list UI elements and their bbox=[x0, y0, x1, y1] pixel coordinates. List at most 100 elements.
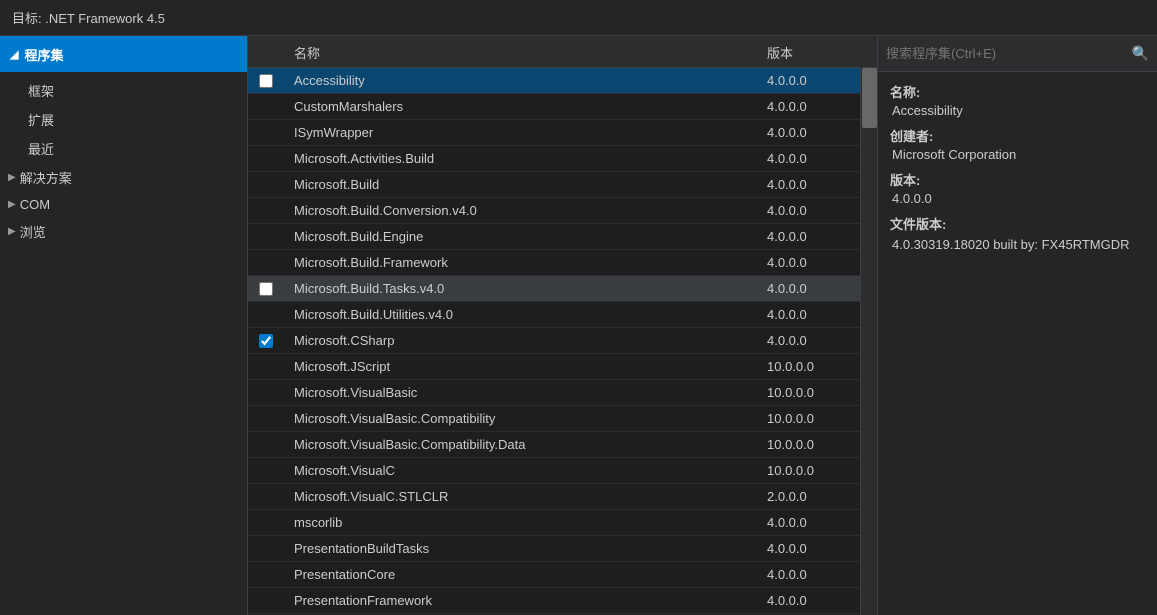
table-row[interactable]: Microsoft.VisualC.STLCLR2.0.0.0 bbox=[248, 484, 877, 510]
sidebar-item-label-最近: 最近 bbox=[28, 142, 54, 157]
detail-author-value: Microsoft Corporation bbox=[890, 147, 1145, 162]
checkbox-cell[interactable] bbox=[248, 74, 284, 88]
row-name: mscorlib bbox=[284, 511, 757, 534]
table-row[interactable]: Accessibility4.0.0.0 bbox=[248, 68, 877, 94]
table-row[interactable]: Microsoft.Build.Utilities.v4.04.0.0.0 bbox=[248, 302, 877, 328]
sidebar-items: 框架 扩展 最近 ▶ 解决方案 ▶ COM ▶ 浏览 bbox=[0, 72, 247, 615]
sidebar-header-label: 程序集 bbox=[24, 45, 63, 64]
table-row[interactable]: Microsoft.Activities.Build4.0.0.0 bbox=[248, 146, 877, 172]
table-row[interactable]: Microsoft.Build.Conversion.v4.04.0.0.0 bbox=[248, 198, 877, 224]
detail-file-version-label: 文件版本: bbox=[890, 214, 1145, 233]
scrollbar-thumb[interactable] bbox=[862, 68, 877, 128]
row-name: Microsoft.VisualBasic bbox=[284, 381, 757, 404]
search-icon[interactable]: 🔍 bbox=[1132, 45, 1149, 62]
row-name: PresentationCore bbox=[284, 563, 757, 586]
table-row[interactable]: Microsoft.VisualBasic.Compatibility10.0.… bbox=[248, 406, 877, 432]
right-panel-content: 名称: Accessibility 创建者: Microsoft Corpora… bbox=[878, 72, 1157, 615]
row-name: Microsoft.Build.Tasks.v4.0 bbox=[284, 277, 757, 300]
row-name: PresentationFramework bbox=[284, 589, 757, 612]
sidebar-item-框架[interactable]: 框架 bbox=[0, 76, 247, 105]
sidebar-item-label-框架: 框架 bbox=[28, 84, 54, 99]
sidebar-item-label-解决方案: 解决方案 bbox=[20, 168, 72, 187]
row-checkbox[interactable] bbox=[259, 282, 273, 296]
row-version: 10.0.0.0 bbox=[757, 355, 877, 378]
row-name: ISymWrapper bbox=[284, 121, 757, 144]
row-version: 4.0.0.0 bbox=[757, 537, 877, 560]
detail-name-label: 名称: bbox=[890, 82, 1145, 101]
table-row[interactable]: Microsoft.VisualBasic.Compatibility.Data… bbox=[248, 432, 877, 458]
row-name: Microsoft.VisualC bbox=[284, 459, 757, 482]
row-version: 4.0.0.0 bbox=[757, 563, 877, 586]
row-version: 4.0.0.0 bbox=[757, 199, 877, 222]
row-name: Microsoft.VisualC.STLCLR bbox=[284, 485, 757, 508]
top-bar-title: 目标: .NET Framework 4.5 bbox=[12, 8, 165, 27]
table-row[interactable]: Microsoft.Build.Engine4.0.0.0 bbox=[248, 224, 877, 250]
row-version: 10.0.0.0 bbox=[757, 433, 877, 456]
table-row[interactable]: mscorlib4.0.0.0 bbox=[248, 510, 877, 536]
table-row[interactable]: PresentationCore4.0.0.0 bbox=[248, 562, 877, 588]
row-name: Microsoft.JScript bbox=[284, 355, 757, 378]
row-checkbox[interactable] bbox=[259, 74, 273, 88]
search-bar[interactable]: 🔍 bbox=[878, 36, 1157, 72]
row-version: 4.0.0.0 bbox=[757, 589, 877, 612]
sidebar-item-扩展[interactable]: 扩展 bbox=[0, 105, 247, 134]
row-name: Microsoft.CSharp bbox=[284, 329, 757, 352]
sidebar-header: ◢ 程序集 bbox=[0, 36, 247, 72]
row-version: 4.0.0.0 bbox=[757, 173, 877, 196]
checkbox-cell[interactable] bbox=[248, 282, 284, 296]
detail-file-version-value: 4.0.30319.18020 built by: FX45RTMGDR bbox=[890, 235, 1145, 255]
table-row[interactable]: Microsoft.JScript10.0.0.0 bbox=[248, 354, 877, 380]
sidebar-item-COM[interactable]: ▶ COM bbox=[0, 192, 247, 217]
row-version: 4.0.0.0 bbox=[757, 303, 877, 326]
arrow-icon-解决方案: ▶ bbox=[8, 172, 16, 183]
row-version: 4.0.0.0 bbox=[757, 225, 877, 248]
right-panel: 🔍 名称: Accessibility 创建者: Microsoft Corpo… bbox=[877, 36, 1157, 615]
table-row[interactable]: Microsoft.Build4.0.0.0 bbox=[248, 172, 877, 198]
checkbox-cell[interactable] bbox=[248, 334, 284, 348]
sidebar-item-最近[interactable]: 最近 bbox=[0, 134, 247, 163]
table-row[interactable]: Microsoft.VisualC10.0.0.0 bbox=[248, 458, 877, 484]
row-version: 4.0.0.0 bbox=[757, 95, 877, 118]
sidebar-item-解决方案[interactable]: ▶ 解决方案 bbox=[0, 163, 247, 192]
row-name: Microsoft.Build.Framework bbox=[284, 251, 757, 274]
col-header-version: 版本 bbox=[757, 36, 877, 67]
sidebar-item-label-COM: COM bbox=[20, 197, 50, 212]
row-version: 2.0.0.0 bbox=[757, 485, 877, 508]
table-row[interactable]: PresentationFramework4.0.0.0 bbox=[248, 588, 877, 614]
main-layout: ◢ 程序集 框架 扩展 最近 ▶ 解决方案 ▶ COM ▶ 浏览 bbox=[0, 36, 1157, 615]
row-version: 10.0.0.0 bbox=[757, 407, 877, 430]
sidebar-header-icon: ◢ bbox=[10, 48, 18, 61]
table-row[interactable]: PresentationBuildTasks4.0.0.0 bbox=[248, 536, 877, 562]
row-name: Microsoft.Activities.Build bbox=[284, 147, 757, 170]
row-name: Microsoft.Build.Engine bbox=[284, 225, 757, 248]
row-name: PresentationBuildTasks bbox=[284, 537, 757, 560]
table-row[interactable]: Microsoft.Build.Tasks.v4.04.0.0.0 bbox=[248, 276, 877, 302]
table-row[interactable]: CustomMarshalers4.0.0.0 bbox=[248, 94, 877, 120]
sidebar-item-label-浏览: 浏览 bbox=[20, 222, 46, 241]
row-version: 10.0.0.0 bbox=[757, 459, 877, 482]
row-checkbox[interactable] bbox=[259, 334, 273, 348]
row-version: 4.0.0.0 bbox=[757, 121, 877, 144]
table-row[interactable]: Microsoft.Build.Framework4.0.0.0 bbox=[248, 250, 877, 276]
search-input[interactable] bbox=[886, 46, 1128, 61]
sidebar: ◢ 程序集 框架 扩展 最近 ▶ 解决方案 ▶ COM ▶ 浏览 bbox=[0, 36, 248, 615]
table-body: Accessibility4.0.0.0CustomMarshalers4.0.… bbox=[248, 68, 877, 615]
scrollbar[interactable] bbox=[860, 68, 877, 615]
table-row[interactable]: Microsoft.VisualBasic10.0.0.0 bbox=[248, 380, 877, 406]
detail-version-label: 版本: bbox=[890, 170, 1145, 189]
row-version: 4.0.0.0 bbox=[757, 329, 877, 352]
sidebar-item-浏览[interactable]: ▶ 浏览 bbox=[0, 217, 247, 246]
table-row[interactable]: ISymWrapper4.0.0.0 bbox=[248, 120, 877, 146]
row-version: 10.0.0.0 bbox=[757, 381, 877, 404]
row-version: 4.0.0.0 bbox=[757, 277, 877, 300]
col-header-check bbox=[248, 36, 284, 67]
detail-author-label: 创建者: bbox=[890, 126, 1145, 145]
row-version: 4.0.0.0 bbox=[757, 69, 877, 92]
table-row[interactable]: Microsoft.CSharp4.0.0.0 bbox=[248, 328, 877, 354]
row-name: Microsoft.Build.Conversion.v4.0 bbox=[284, 199, 757, 222]
row-version: 4.0.0.0 bbox=[757, 511, 877, 534]
row-name: Microsoft.Build.Utilities.v4.0 bbox=[284, 303, 757, 326]
detail-version-value: 4.0.0.0 bbox=[890, 191, 1145, 206]
arrow-icon-COM: ▶ bbox=[8, 199, 16, 210]
top-bar: 目标: .NET Framework 4.5 bbox=[0, 0, 1157, 36]
